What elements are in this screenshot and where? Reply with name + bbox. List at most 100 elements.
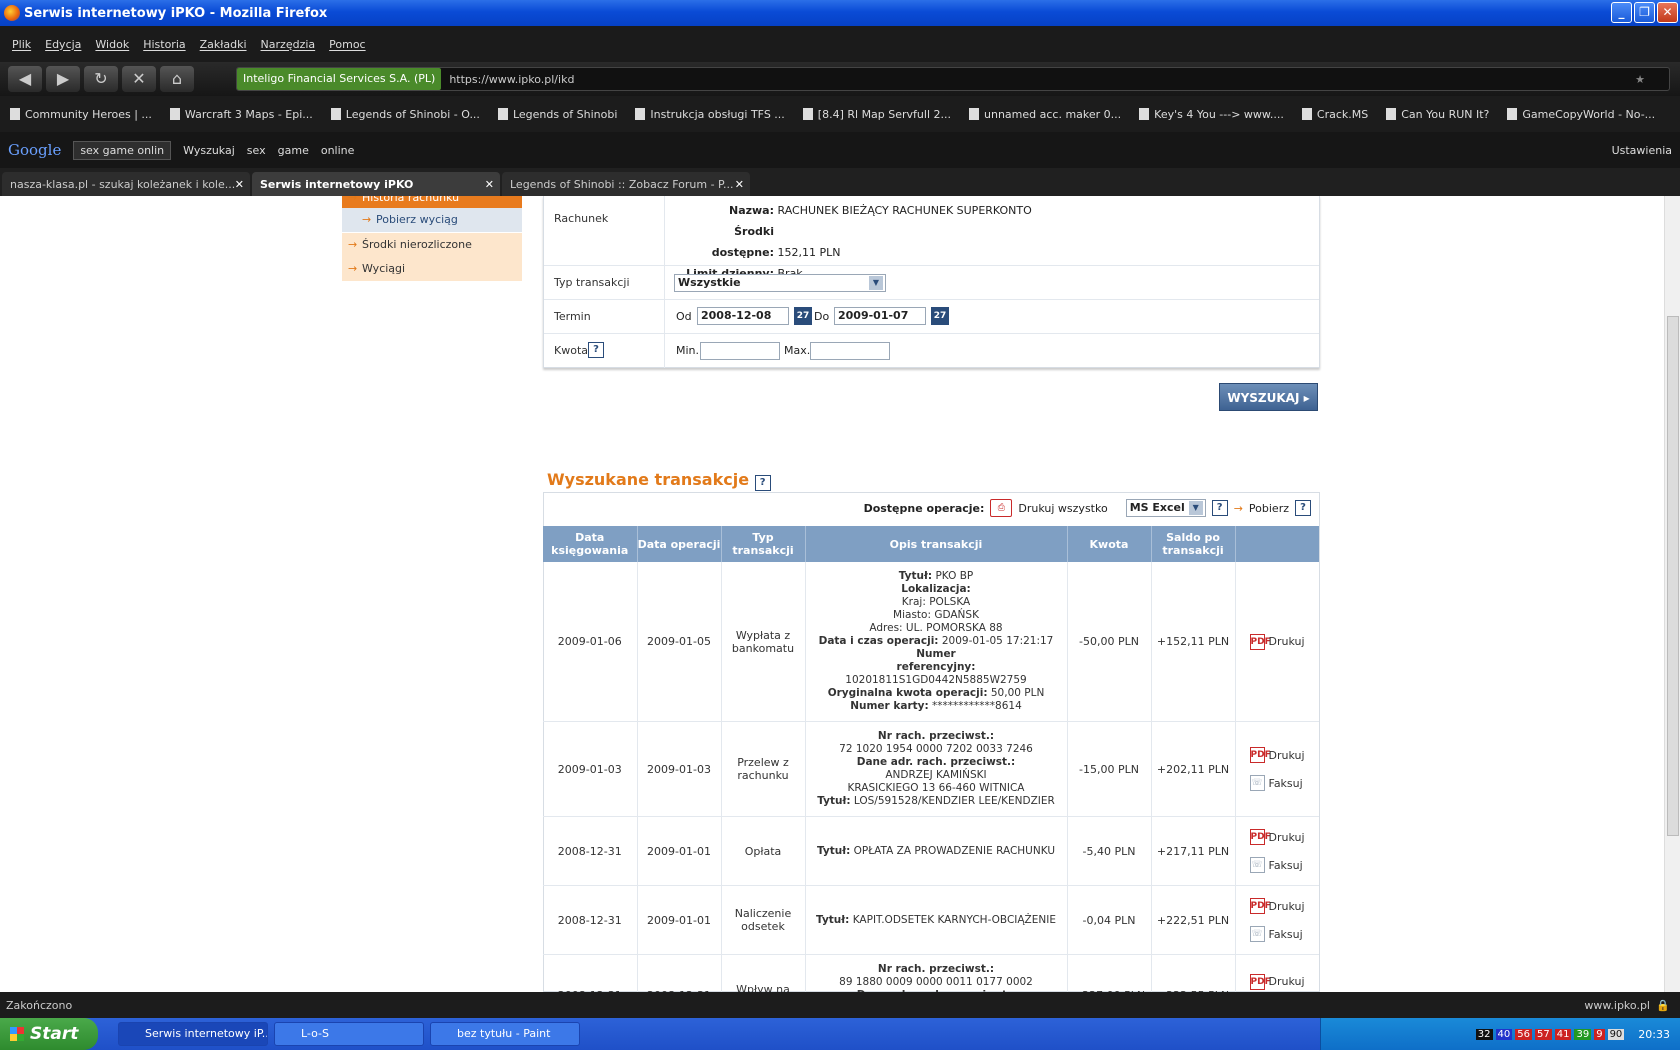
date-from-input[interactable]: 2008-12-08 xyxy=(697,307,789,325)
tray-counter[interactable]: 56 xyxy=(1515,1028,1532,1040)
tray-counter[interactable]: 9 xyxy=(1594,1028,1605,1040)
bookmark-item[interactable]: Instrukcja obsługi TFS ... xyxy=(635,108,784,121)
bookmark-item[interactable]: GameCopyWorld - No-... xyxy=(1507,108,1655,121)
printer-icon[interactable]: ⎙ xyxy=(990,499,1013,517)
tray-counter[interactable]: 57 xyxy=(1534,1028,1552,1040)
menu-unsettled-funds[interactable]: Środki nierozliczone xyxy=(342,233,522,257)
header-operation-date[interactable]: Data operacji xyxy=(637,526,722,562)
minimize-button[interactable]: _ xyxy=(1611,2,1632,23)
calendar-icon[interactable]: 27 xyxy=(794,307,812,325)
tray-counter[interactable]: 41 xyxy=(1554,1028,1572,1040)
bookmark-item[interactable]: Community Heroes | ... xyxy=(10,108,152,121)
tab-ipko[interactable]: Serwis internetowy iPKO ✕ xyxy=(252,172,500,196)
bookmark-item[interactable]: Crack.MS xyxy=(1302,108,1368,121)
maximize-button[interactable]: ❐ xyxy=(1634,2,1655,23)
google-logo[interactable]: Google xyxy=(8,141,61,159)
google-term[interactable]: game xyxy=(278,144,309,157)
clock[interactable]: 20:33 xyxy=(1638,1028,1670,1041)
print-row-link[interactable]: PDF Drukuj xyxy=(1249,898,1320,914)
fax-icon[interactable]: ☏ xyxy=(1249,775,1265,791)
help-icon[interactable]: ? xyxy=(1211,500,1228,516)
task-firefox[interactable]: Serwis internetowy iP... xyxy=(118,1022,268,1046)
menu-history[interactable]: Historia rachunku xyxy=(342,196,522,208)
menu-pomoc[interactable]: Pomoc xyxy=(329,38,365,51)
lock-icon[interactable]: 🔒 xyxy=(1656,999,1670,1012)
tab-close-icon[interactable]: ✕ xyxy=(235,178,244,191)
fax-row-link[interactable]: ☏ Faksuj xyxy=(1249,775,1320,791)
tray-counter[interactable]: 90 xyxy=(1607,1028,1625,1040)
google-search-input[interactable]: sex game onlin xyxy=(73,140,172,160)
stop-icon[interactable]: ✕ xyxy=(122,66,156,92)
tab-nasza-klasa[interactable]: nasza-klasa.pl - szukaj koleżanek i kole… xyxy=(2,172,250,196)
task-paint[interactable]: bez tytułu - Paint xyxy=(430,1022,580,1046)
bookmark-item[interactable]: Legends of Shinobi xyxy=(498,108,617,121)
bookmark-item[interactable]: unnamed acc. maker 0... xyxy=(969,108,1121,121)
back-icon[interactable]: ◀ xyxy=(8,66,42,92)
fax-icon[interactable]: ☏ xyxy=(1249,926,1265,942)
bookmark-item[interactable]: Warcraft 3 Maps - Epi... xyxy=(170,108,313,121)
forward-icon[interactable]: ▶ xyxy=(46,66,80,92)
window-titlebar[interactable]: Serwis internetowy iPKO - Mozilla Firefo… xyxy=(0,0,1680,26)
export-format-select[interactable]: MS Excel ▼ xyxy=(1125,499,1206,517)
bookmark-item[interactable]: Can You RUN It? xyxy=(1386,108,1489,121)
pdf-icon[interactable]: PDF xyxy=(1249,829,1271,845)
close-button[interactable]: ✕ xyxy=(1657,2,1678,23)
amount-max-input[interactable] xyxy=(810,342,890,360)
url-bar[interactable]: Inteligo Financial Services S.A. (PL) ht… xyxy=(236,67,1670,91)
google-term[interactable]: sex xyxy=(247,144,266,157)
tab-legends-of-shinobi[interactable]: Legends of Shinobi :: Zobacz Forum - P..… xyxy=(502,172,750,196)
bookmark-item[interactable]: Legends of Shinobi - O... xyxy=(331,108,480,121)
menu-widok[interactable]: Widok xyxy=(95,38,129,51)
print-row-link[interactable]: PDF Drukuj xyxy=(1249,973,1320,990)
pdf-icon[interactable]: PDF xyxy=(1249,973,1271,990)
help-icon[interactable]: ? xyxy=(1295,500,1311,516)
transaction-type-select[interactable]: Wszystkie ▼ xyxy=(674,274,886,292)
url-text[interactable]: https://www.ipko.pl/ikd xyxy=(449,73,574,86)
header-booking-date[interactable]: Data księgowania xyxy=(543,526,638,562)
menu-zakladki[interactable]: Zakładki xyxy=(200,38,247,51)
tab-close-icon[interactable]: ✕ xyxy=(485,178,494,191)
tab-close-icon[interactable]: ✕ xyxy=(735,178,744,191)
tray-counter[interactable]: 39 xyxy=(1574,1028,1592,1040)
bookmark-item[interactable]: Key's 4 You ---> www.... xyxy=(1139,108,1284,121)
menu-historia[interactable]: Historia xyxy=(143,38,185,51)
google-settings-button[interactable]: Ustawienia xyxy=(1612,144,1672,157)
header-type[interactable]: Typ transakcji xyxy=(721,526,806,562)
fax-row-link[interactable]: ☏ Faksuj xyxy=(1249,857,1320,873)
menu-download-statement[interactable]: Pobierz wyciąg xyxy=(342,208,522,232)
fax-icon[interactable]: ☏ xyxy=(1249,857,1265,873)
pdf-icon[interactable]: PDF xyxy=(1249,747,1271,763)
fax-row-link[interactable]: ☏ Faksuj xyxy=(1249,926,1320,942)
vertical-scrollbar[interactable] xyxy=(1664,196,1680,992)
google-term[interactable]: online xyxy=(321,144,355,157)
site-identity-badge[interactable]: Inteligo Financial Services S.A. (PL) xyxy=(237,68,442,90)
print-row-link[interactable]: PDF Drukuj xyxy=(1249,633,1320,650)
date-to-input[interactable]: 2009-01-07 xyxy=(834,307,926,325)
help-icon[interactable]: ? xyxy=(754,475,771,491)
download-link[interactable]: Pobierz xyxy=(1249,502,1289,515)
task-los[interactable]: L-o-S xyxy=(274,1022,424,1046)
home-icon[interactable]: ⌂ xyxy=(160,66,194,92)
menu-plik[interactable]: Plik xyxy=(12,38,31,51)
print-all-link[interactable]: Drukuj wszystko xyxy=(1018,502,1107,515)
amount-min-input[interactable] xyxy=(700,342,780,360)
help-icon[interactable]: ? xyxy=(588,342,604,358)
search-button[interactable]: WYSZUKAJ ▸ xyxy=(1219,383,1318,411)
print-row-link[interactable]: PDF Drukuj xyxy=(1249,747,1320,763)
chevron-down-icon[interactable]: ▼ xyxy=(1188,501,1203,515)
start-button[interactable]: Start xyxy=(0,1018,98,1050)
pdf-icon[interactable]: PDF xyxy=(1249,898,1271,914)
calendar-icon[interactable]: 27 xyxy=(931,307,949,325)
scrollbar-thumb[interactable] xyxy=(1667,316,1679,836)
google-search-button[interactable]: Wyszukaj xyxy=(183,144,235,157)
bookmark-item[interactable]: [8.4] Rl Map Servfull 2... xyxy=(803,108,951,121)
tray-counter[interactable]: 40 xyxy=(1495,1028,1513,1040)
reload-icon[interactable]: ↻ xyxy=(84,66,118,92)
header-amount[interactable]: Kwota xyxy=(1067,526,1152,562)
menu-narzedzia[interactable]: Narzędzia xyxy=(261,38,316,51)
bookmark-star-icon[interactable]: ★ xyxy=(1635,73,1645,86)
menu-edycja[interactable]: Edycja xyxy=(45,38,81,51)
tray-counter[interactable]: 32 xyxy=(1475,1028,1493,1040)
print-row-link[interactable]: PDF Drukuj xyxy=(1249,829,1320,845)
pdf-icon[interactable]: PDF xyxy=(1249,633,1271,650)
